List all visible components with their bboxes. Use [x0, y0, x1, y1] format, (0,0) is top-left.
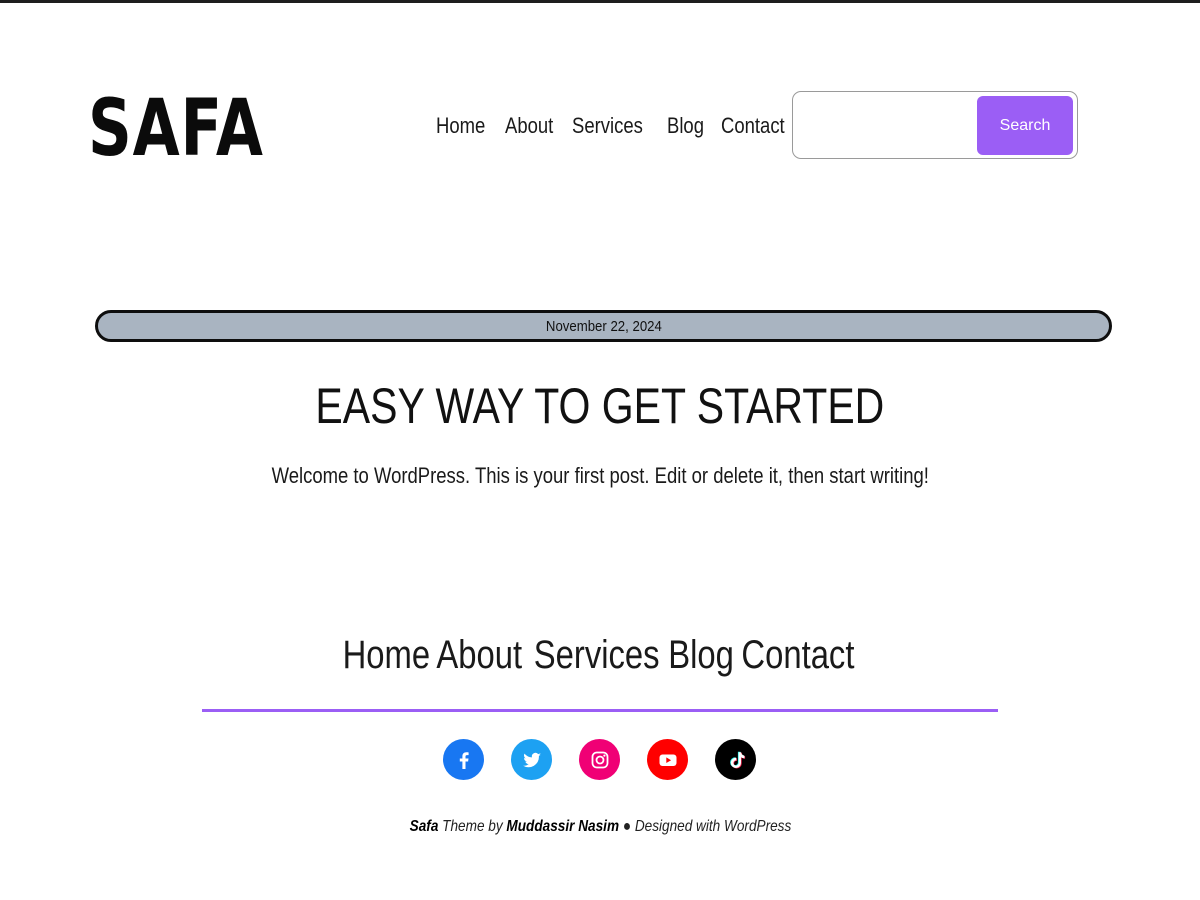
youtube-icon[interactable]	[647, 739, 688, 780]
post-excerpt-text: Welcome to WordPress. This is your first…	[271, 463, 929, 488]
search-button[interactable]: Search	[977, 96, 1073, 155]
tiktok-icon[interactable]	[715, 739, 756, 780]
footer-nav-blog-link[interactable]: Blog	[669, 632, 735, 678]
social-links	[443, 739, 756, 780]
header-nav: Home About Services Blog Contact	[436, 112, 788, 140]
footer-nav: Home About Services Blog Contact	[0, 632, 1200, 678]
footer-divider	[202, 709, 998, 712]
footer-nav-about-link[interactable]: About	[437, 632, 523, 678]
twitter-icon[interactable]	[511, 739, 552, 780]
search-input[interactable]	[801, 100, 971, 150]
post-date-badge: November 22, 2024	[95, 310, 1112, 342]
instagram-icon[interactable]	[579, 739, 620, 780]
site-logo[interactable]: SAFA	[88, 86, 264, 172]
theme-name-link[interactable]: Safa	[409, 818, 438, 835]
post-date: November 22, 2024	[545, 317, 662, 335]
footer-credit: Safa Theme by Muddassir Nasim ● Designed…	[0, 816, 1200, 838]
search-form: Search	[792, 91, 1078, 159]
footer-nav-home-link[interactable]: Home	[342, 632, 429, 678]
credit-separator: ●	[618, 818, 635, 835]
nav-contact-link[interactable]: Contact	[721, 112, 785, 140]
nav-blog-link[interactable]: Blog	[667, 112, 704, 140]
top-border	[0, 0, 1200, 3]
nav-services-link[interactable]: Services	[572, 112, 643, 140]
theme-by-text: Theme by	[437, 818, 506, 835]
footer-nav-services-link[interactable]: Services	[534, 632, 660, 678]
designed-with-link[interactable]: Designed with WordPress	[634, 818, 790, 835]
facebook-icon[interactable]	[443, 739, 484, 780]
footer-nav-contact-link[interactable]: Contact	[742, 632, 855, 678]
post-excerpt: Welcome to WordPress. This is your first…	[0, 462, 1200, 490]
nav-about-link[interactable]: About	[505, 112, 553, 140]
post-title[interactable]: EASY WAY TO GET STARTED	[0, 376, 1200, 436]
post-title-text[interactable]: EASY WAY TO GET STARTED	[316, 376, 885, 436]
author-link[interactable]: Muddassir Nasim	[506, 818, 619, 835]
nav-home-link[interactable]: Home	[436, 112, 485, 140]
